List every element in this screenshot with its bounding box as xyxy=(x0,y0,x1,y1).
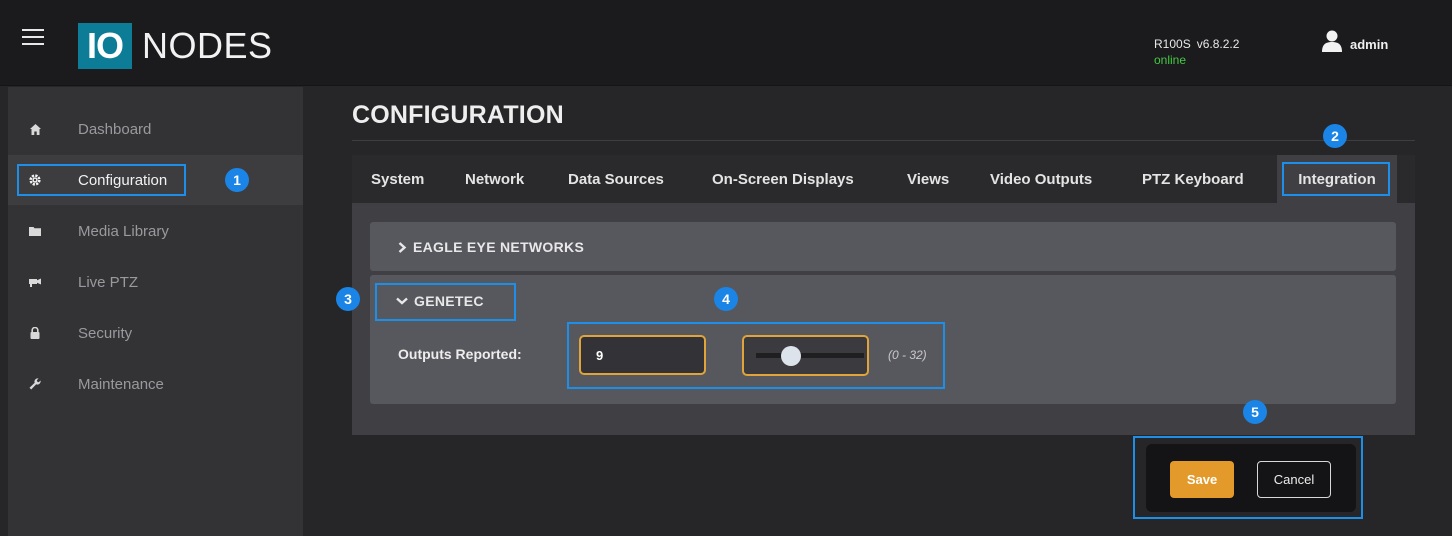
page-title: CONFIGURATION xyxy=(352,101,564,129)
tab-on-screen-displays[interactable]: On-Screen Displays xyxy=(712,155,854,203)
highlight-box-genetec xyxy=(375,283,516,321)
callout-badge-2: 2 xyxy=(1323,124,1347,148)
sidebar: Dashboard Configuration Media Library Li… xyxy=(8,87,303,536)
sidebar-item-label: Dashboard xyxy=(78,120,152,138)
highlight-box-outputs xyxy=(567,322,945,389)
camera-icon xyxy=(28,277,42,287)
callout-badge-3: 3 xyxy=(336,287,360,311)
sidebar-item-label: Security xyxy=(78,324,133,342)
sidebar-item-live-ptz[interactable]: Live PTZ xyxy=(8,257,303,307)
device-model: R100S xyxy=(1154,37,1191,51)
logo: IO NODES xyxy=(78,23,273,69)
sidebar-item-media-library[interactable]: Media Library xyxy=(8,206,303,256)
sidebar-item-security[interactable]: Security xyxy=(8,308,303,358)
device-info: R100S v6.8.2.2 online xyxy=(1154,37,1239,67)
tab-data-sources[interactable]: Data Sources xyxy=(568,155,664,203)
tab-system[interactable]: System xyxy=(371,155,424,203)
device-version: v6.8.2.2 xyxy=(1196,37,1240,51)
outputs-reported-label: Outputs Reported: xyxy=(398,346,522,362)
user-menu[interactable]: admin xyxy=(1322,30,1388,52)
sidebar-item-dashboard[interactable]: Dashboard xyxy=(8,104,303,154)
sidebar-item-label: Live PTZ xyxy=(78,273,139,291)
lock-icon xyxy=(28,327,42,339)
user-icon xyxy=(1322,30,1342,52)
tab-views[interactable]: Views xyxy=(907,155,949,203)
sidebar-item-maintenance[interactable]: Maintenance xyxy=(8,359,303,409)
section-header-eagle-eye-networks[interactable]: EAGLE EYE NETWORKS xyxy=(398,239,584,255)
logo-mark: IO xyxy=(78,23,132,69)
hamburger-menu-icon[interactable] xyxy=(22,29,44,47)
wrench-icon xyxy=(28,378,42,390)
folder-icon xyxy=(28,226,42,236)
highlight-box-actions xyxy=(1133,436,1363,519)
title-divider xyxy=(352,140,1415,141)
highlight-box-configuration xyxy=(17,164,186,196)
section-title: EAGLE EYE NETWORKS xyxy=(413,239,585,255)
username: admin xyxy=(1350,36,1389,52)
top-bar: IO NODES R100S v6.8.2.2 online admin xyxy=(0,0,1452,86)
tab-video-outputs[interactable]: Video Outputs xyxy=(990,155,1092,203)
tab-ptz-keyboard[interactable]: PTZ Keyboard xyxy=(1142,155,1244,203)
callout-badge-4: 4 xyxy=(714,287,738,311)
sidebar-item-label: Media Library xyxy=(78,222,169,240)
highlight-box-integration xyxy=(1282,162,1390,196)
callout-badge-5: 5 xyxy=(1243,400,1267,424)
home-icon xyxy=(28,123,42,135)
callout-badge-1: 1 xyxy=(225,168,249,192)
logo-text: NODES xyxy=(142,25,273,66)
device-status: online xyxy=(1154,53,1187,67)
chevron-right-icon xyxy=(398,241,407,253)
tab-network[interactable]: Network xyxy=(465,155,524,203)
sidebar-item-label: Maintenance xyxy=(78,375,164,393)
tab-bar: System Network Data Sources On-Screen Di… xyxy=(352,155,1415,203)
